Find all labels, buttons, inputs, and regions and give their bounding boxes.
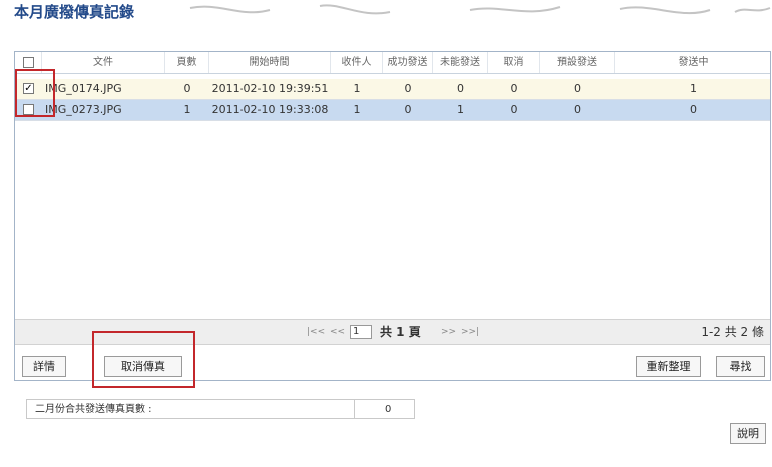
row-sending: 0 [690, 103, 697, 116]
summary-divider [354, 400, 355, 418]
row-recipients: 1 [353, 103, 361, 116]
row-cancelled: 0 [510, 103, 518, 116]
page-number-input[interactable]: 1 [350, 325, 372, 339]
table-row[interactable]: IMG_0273.JPG 1 2011-02-10 19:33:08 1 0 1… [15, 100, 770, 121]
row-scheduled: 0 [574, 103, 581, 116]
row-failed: 0 [457, 82, 464, 95]
details-button[interactable]: 詳情 [22, 356, 66, 377]
last-page-icon[interactable]: >>| [461, 326, 479, 338]
summary-label: 二月份合共發送傳真頁數 : [35, 404, 152, 415]
select-all-checkbox[interactable] [23, 57, 34, 68]
column-header-pages[interactable]: 頁數 [165, 52, 209, 73]
next-page-icon[interactable]: >> [441, 326, 456, 338]
row-pages: 1 [183, 103, 191, 116]
row-pages: 0 [183, 82, 191, 95]
monthly-fax-pages-summary: 二月份合共發送傳真頁數 : 0 [26, 399, 415, 419]
row-scheduled: 0 [574, 82, 581, 95]
row-file: IMG_0273.JPG [45, 103, 122, 116]
row-recipients: 1 [353, 82, 361, 95]
page-title: 本月廣撥傳真記錄 [14, 3, 135, 21]
column-header-file[interactable]: 文件 [42, 52, 165, 73]
column-header-failed[interactable]: 未能發送 [433, 52, 488, 73]
checkbox-highlight-box [15, 69, 55, 117]
row-success: 0 [404, 103, 412, 116]
row-cancelled: 0 [510, 82, 518, 95]
row-success: 0 [404, 82, 412, 95]
cancel-fax-highlight-box [92, 331, 195, 388]
total-pages-label: 共 1 頁 [380, 325, 421, 339]
row-file: IMG_0174.JPG [45, 82, 122, 95]
row-start-time: 2011-02-10 19:33:08 [211, 103, 329, 116]
row-start-time: 2011-02-10 19:39:51 [211, 82, 329, 95]
table-header: 文件 頁數 開始時間 收件人 成功發送 未能發送 取消 預設發送 發送中 [15, 52, 770, 74]
row-failed: 1 [457, 103, 464, 116]
row-sending: 1 [690, 82, 697, 95]
help-button[interactable]: 說明 [730, 423, 766, 444]
first-page-icon[interactable]: |<< [307, 326, 325, 338]
previous-page-icon[interactable]: << [330, 326, 345, 338]
column-header-recipients[interactable]: 收件人 [331, 52, 383, 73]
summary-value: 0 [385, 404, 392, 415]
column-header-start-time[interactable]: 開始時間 [209, 52, 331, 73]
table-row[interactable]: ✓ IMG_0174.JPG 0 2011-02-10 19:39:51 1 0… [15, 79, 770, 100]
column-header-cancelled[interactable]: 取消 [488, 52, 540, 73]
search-button[interactable]: 尋找 [716, 356, 765, 377]
column-header-scheduled[interactable]: 預設發送 [540, 52, 615, 73]
column-header-success[interactable]: 成功發送 [383, 52, 433, 73]
pagination-range-label: 1-2 共 2 條 [701, 325, 764, 339]
refresh-button[interactable]: 重新整理 [636, 356, 701, 377]
column-header-sending[interactable]: 發送中 [615, 52, 772, 73]
